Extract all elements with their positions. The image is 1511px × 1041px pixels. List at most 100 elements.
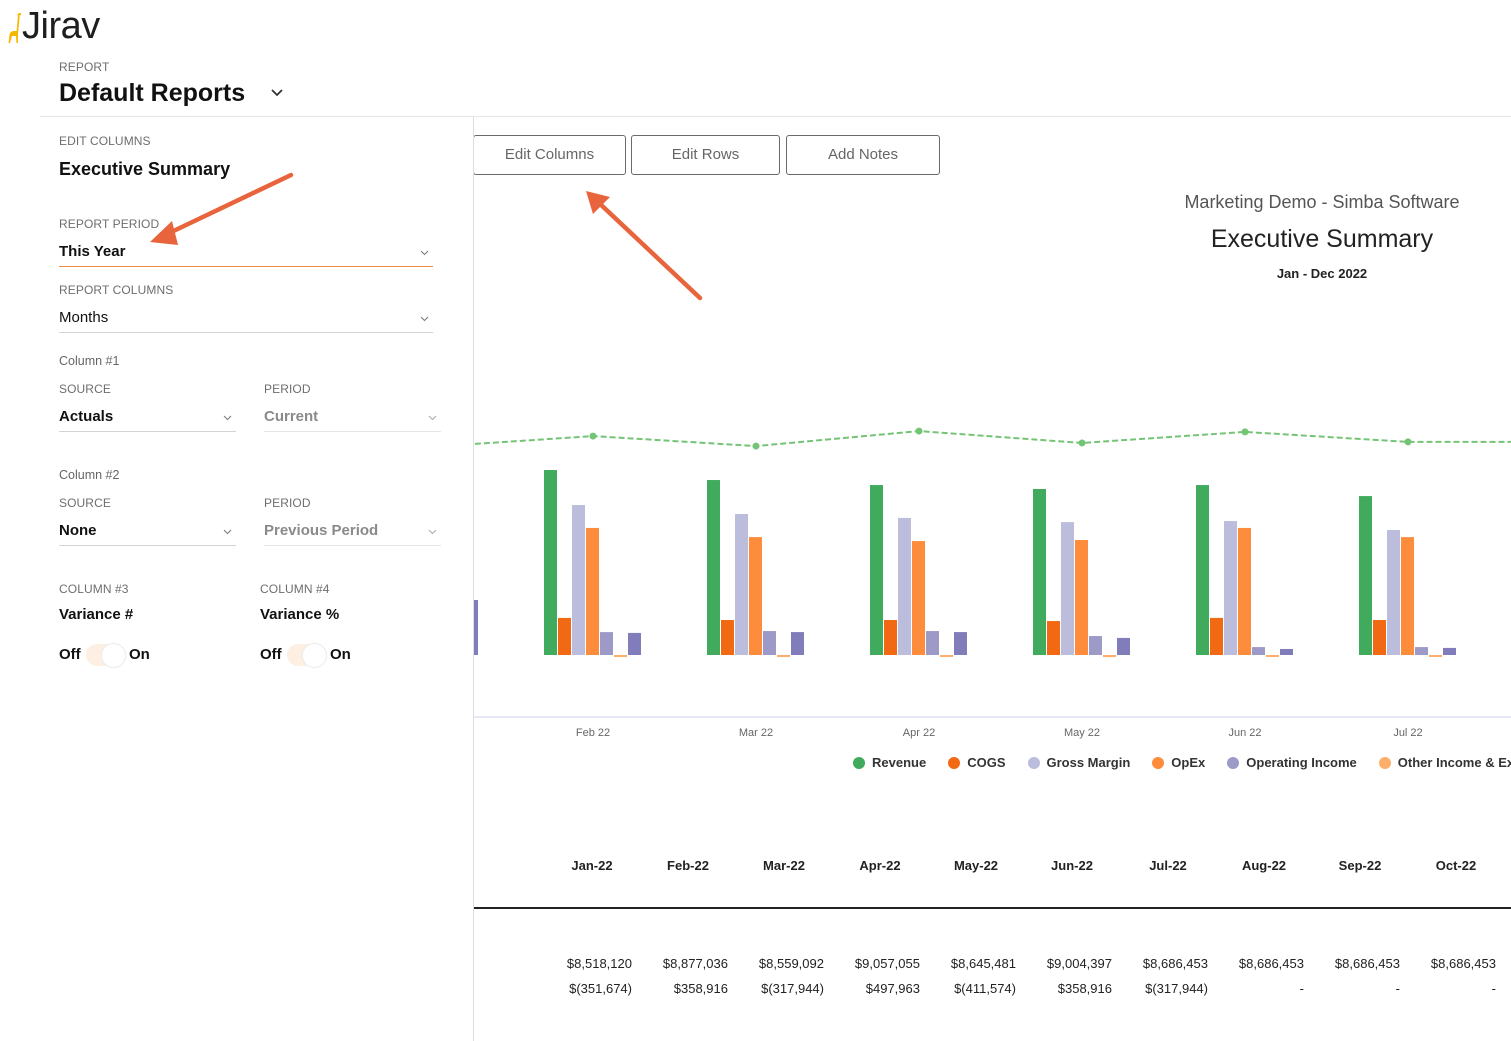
bar [572,505,585,655]
table-column-header: Sep-22 [1338,858,1382,873]
column-2-period-value: Previous Period [264,522,379,539]
x-tick-label: Jul 22 [1393,727,1422,739]
bar [628,632,641,655]
table-column-header: Oct-22 [1435,858,1477,873]
table-cell: $358,916 [1057,981,1112,996]
line-point [915,427,923,435]
report-period-label: REPORT PERIOD [59,217,160,231]
bar [898,517,911,655]
legend-item-other-income[interactable]: Other Income & Ex [1378,755,1511,771]
sidebar-section-title: Executive Summary [59,159,231,179]
legend-label: Other Income & Ex [1397,755,1511,770]
add-notes-button[interactable]: Add Notes [786,135,940,175]
bar [1252,647,1265,655]
column-2-period-label: PERIOD [264,496,311,510]
report-period: Jan - Dec 2022 [1276,266,1368,281]
table-cell: $9,004,397 [1046,956,1112,971]
bar [1047,621,1060,655]
edit-columns-button[interactable]: Edit Columns [473,135,626,175]
toggle-knob [101,643,126,668]
bar [1429,655,1442,657]
column-2-title: Column #2 [59,468,120,482]
table-cell: $358,916 [673,981,728,996]
table-cell: $497,963 [865,981,920,996]
table-cell: $(317,944) [761,981,824,996]
table-column-header: Jul-22 [1149,858,1187,873]
legend-dot-icon [853,757,865,769]
table-column-header: Apr-22 [859,858,901,873]
bar-group [474,600,478,655]
table-cell: $8,686,453 [1238,956,1304,971]
column-1-period-select[interactable]: Current [264,407,441,432]
bar [1266,655,1279,657]
edit-rows-button[interactable]: Edit Rows [631,135,780,175]
legend-item-gross-margin[interactable]: Gross Margin [1027,755,1130,771]
legend-dot-icon [948,757,961,769]
bar-group [707,480,804,657]
bar [1117,637,1130,655]
column-1-title: Column #1 [59,354,120,368]
table-cell: $8,686,453 [1430,956,1496,971]
table-cell: $8,686,453 [1334,956,1400,971]
bar-group [1033,488,1130,658]
legend-label: COGS [967,755,1006,770]
x-tick-label: Jun 22 [1228,727,1261,739]
bar [763,631,776,655]
column-1-period-label: PERIOD [264,382,311,396]
sidebar-divider [473,116,474,1041]
table-column-header: Feb-22 [667,858,709,873]
bar [600,632,613,655]
line-point [1404,438,1412,446]
report-selector-title[interactable]: Default Reports [59,78,245,108]
bar [474,600,478,655]
column-3-title: Variance # [59,606,134,623]
bar [954,632,967,655]
table-cell: $(351,674) [569,981,632,996]
column-3-toggle[interactable] [86,643,126,668]
bar [912,541,925,655]
chevron-down-icon [420,250,429,256]
bar [884,620,897,655]
legend-item-cogs[interactable]: COGS [948,755,1006,771]
line-point [752,442,760,450]
table-column-header: Mar-22 [763,858,805,873]
bar [1373,620,1386,655]
line-point [1078,439,1086,447]
report-period-select[interactable]: This Year [59,242,433,267]
table-cell: $(411,574) [954,981,1016,996]
table-cell: $9,057,055 [854,956,920,971]
bar [1387,530,1400,655]
column-1-source-label: SOURCE [59,382,111,396]
report-company: Marketing Demo - Simba Software [1184,192,1460,212]
column-3-off-label: Off [59,646,81,663]
table-cell: $8,518,120 [566,956,632,971]
table-column-header: Jun-22 [1051,858,1093,873]
legend-item-revenue[interactable]: Revenue [853,755,926,771]
column-2-source-label: SOURCE [59,496,111,510]
column-4-on-label: On [330,646,351,663]
column-1-source-value: Actuals [59,408,114,425]
report-columns-select[interactable]: Months [59,308,433,333]
bar [544,470,557,655]
legend-item-opex[interactable]: OpEx [1152,755,1205,771]
bar [926,631,939,655]
column-2-period-select[interactable]: Previous Period [264,521,441,546]
bar [749,537,762,655]
chevron-down-icon[interactable] [269,87,285,99]
bar-group [1196,485,1293,657]
column-4-toggle[interactable] [287,643,327,668]
x-tick-label: May 22 [1064,727,1100,739]
column-2-source-select[interactable]: None [59,521,236,546]
report-columns-label: REPORT COLUMNS [59,283,174,297]
bar [1280,648,1293,655]
bar [558,617,571,655]
column-1-source-select[interactable]: Actuals [59,407,236,432]
legend-item-operating-income[interactable]: Operating Income [1227,755,1357,771]
bar [940,655,953,657]
bar [1061,522,1074,655]
column-3-on-label: On [129,646,150,663]
app-logo[interactable]: Jirav [22,4,100,48]
bar [707,480,720,655]
table-cell: $8,686,453 [1142,956,1208,971]
executive-summary-chart: Jan 22Feb 22Mar 22Apr 22May 22Jun 22Jul … [474,427,1511,739]
